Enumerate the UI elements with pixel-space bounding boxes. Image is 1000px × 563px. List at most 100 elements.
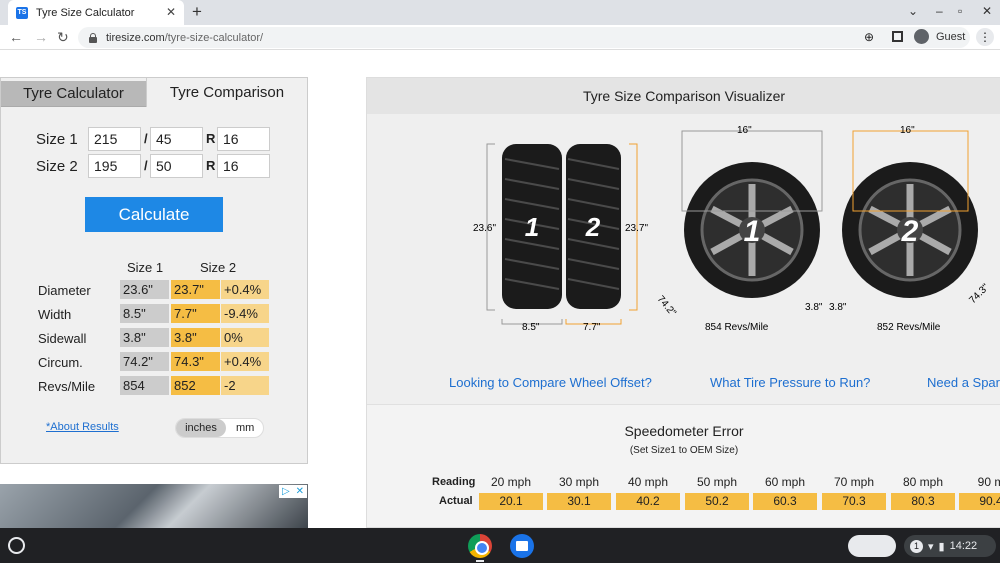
size2-label: Size 2: [36, 158, 78, 175]
profile-name[interactable]: Guest: [936, 31, 965, 43]
tire1-side-label: 1: [525, 212, 539, 242]
size1-slash: /: [144, 131, 148, 146]
wheel2-label: 2: [901, 215, 919, 248]
ad-choices-icon[interactable]: ▷ ✕: [279, 485, 307, 498]
sidewall1-label: 3.8": [805, 302, 823, 313]
actual-value: 70.3: [822, 493, 886, 510]
sidewall2-label: 3.8": [829, 302, 847, 313]
size1-value: 74.2": [120, 352, 169, 371]
close-window-icon[interactable]: ✕: [982, 4, 992, 18]
reading-label: Reading: [432, 476, 476, 488]
circum2-label: 74.3": [967, 282, 991, 306]
actual-value: 40.2: [616, 493, 680, 510]
difference-value: -9.4%: [221, 304, 269, 323]
unit-toggle[interactable]: inches mm: [175, 418, 264, 438]
size1-value: 3.8": [120, 328, 169, 347]
tyre-visualizer: 1 2 23.6" 23.7" 8.5" 7.7" 1 16" 74.2" 3.…: [473, 125, 992, 333]
unit-inches[interactable]: inches: [176, 419, 226, 437]
size1-width-input[interactable]: 215: [88, 127, 141, 151]
lock-icon: [88, 32, 98, 43]
rim1-label: 16": [737, 125, 752, 136]
calculate-button[interactable]: Calculate: [85, 197, 223, 232]
minimize-icon[interactable]: –: [936, 4, 943, 18]
size1-r: R: [206, 131, 216, 146]
unit-mm[interactable]: mm: [236, 422, 254, 434]
size2-rim-input[interactable]: 16: [217, 154, 270, 178]
speedometer-title: Speedometer Error: [624, 423, 744, 439]
size2-slash: /: [144, 158, 148, 173]
actual-value: 60.3: [753, 493, 817, 510]
width2-label: 7.7": [583, 322, 601, 333]
size1-rim-input[interactable]: 16: [217, 127, 270, 151]
difference-value: +0.4%: [221, 352, 269, 371]
actual-label: Actual: [439, 495, 473, 507]
about-results-link[interactable]: *About Results: [46, 421, 119, 433]
address-bar[interactable]: tiresize.com/tyre-size-calculator/: [78, 27, 970, 48]
tab-search-icon[interactable]: ⌄: [908, 4, 918, 18]
difference-value: +0.4%: [221, 280, 269, 299]
link-wheel-offset[interactable]: Looking to Compare Wheel Offset?: [449, 375, 652, 390]
diameter2-label: 23.7": [625, 223, 648, 234]
reading-value: 80 mph: [902, 475, 944, 489]
maximize-icon[interactable]: ▫: [958, 4, 962, 18]
side-panel-icon[interactable]: [892, 31, 903, 42]
ad-banner[interactable]: [0, 484, 308, 528]
size2-value: 74.3": [171, 352, 220, 371]
actual-value: 50.2: [685, 493, 749, 510]
results-header-size2: Size 2: [200, 260, 237, 275]
clock: 14:22: [949, 540, 978, 552]
size2-aspect-input[interactable]: 50: [150, 154, 203, 178]
difference-value: 0%: [221, 328, 269, 347]
zoom-icon[interactable]: ⊕: [864, 30, 874, 44]
size2-r: R: [206, 158, 216, 173]
new-tab-icon[interactable]: +: [192, 2, 202, 22]
url-domain: tiresize.com: [106, 31, 165, 44]
size2-width-input[interactable]: 195: [88, 154, 141, 178]
difference-value: -2: [221, 376, 269, 395]
tab-tyre-calculator[interactable]: Tyre Calculator: [1, 81, 146, 107]
actual-value: 20.1: [479, 493, 543, 510]
tote-icon[interactable]: [848, 535, 896, 557]
size1-aspect-input[interactable]: 45: [150, 127, 203, 151]
speedometer-subtitle: (Set Size1 to OEM Size): [629, 445, 739, 456]
reading-value: 30 mph: [558, 475, 600, 489]
circum1-label: 74.2": [655, 294, 679, 319]
visualizer-title: Tyre Size Comparison Visualizer: [367, 78, 1000, 114]
row-label: Revs/Mile: [38, 379, 96, 394]
browser-tab[interactable]: TS Tyre Size Calculator ✕: [8, 0, 184, 25]
back-icon[interactable]: ←: [9, 29, 23, 45]
files-icon[interactable]: [510, 534, 534, 558]
speedometer-section: Speedometer Error (Set Size1 to OEM Size…: [367, 404, 1000, 527]
tab-tyre-comparison[interactable]: Tyre Comparison: [146, 77, 308, 107]
size1-value: 23.6": [120, 280, 169, 299]
status-tray[interactable]: 1 ▾ ▮ 14:22: [904, 535, 996, 557]
revs2-label: 852 Revs/Mile: [877, 322, 941, 333]
actual-value: 80.3: [891, 493, 955, 510]
profile-avatar-icon[interactable]: [914, 29, 929, 44]
row-label: Width: [38, 307, 72, 322]
width1-label: 8.5": [522, 322, 540, 333]
row-label: Diameter: [38, 283, 91, 298]
forward-icon[interactable]: →: [34, 29, 48, 45]
reading-value: 50 mph: [696, 475, 738, 489]
chrome-icon[interactable]: [468, 534, 492, 558]
favicon: TS: [16, 6, 28, 19]
reload-icon[interactable]: ↻: [57, 29, 69, 46]
diameter1-label: 23.6": [473, 223, 496, 234]
rim2-label: 16": [900, 125, 915, 136]
reading-value: 90 m: [977, 475, 1000, 489]
size2-value: 3.8": [171, 328, 220, 347]
reading-value: 60 mph: [764, 475, 806, 489]
size1-value: 854: [120, 376, 169, 395]
close-tab-icon[interactable]: ✕: [166, 5, 176, 19]
link-spare[interactable]: Need a Spar: [927, 375, 1000, 390]
menu-icon[interactable]: ⋮: [976, 28, 994, 46]
wifi-icon: ▾: [928, 540, 934, 553]
launcher-icon[interactable]: [8, 537, 25, 554]
active-app-indicator: [476, 560, 484, 562]
results-header-size1: Size 1: [127, 260, 164, 275]
size2-value: 7.7": [171, 304, 220, 323]
link-tire-pressure[interactable]: What Tire Pressure to Run?: [710, 375, 870, 390]
size2-value: 852: [171, 376, 220, 395]
visualizer-panel: Tyre Size Comparison Visualizer 1 2 23.6…: [366, 77, 1000, 528]
